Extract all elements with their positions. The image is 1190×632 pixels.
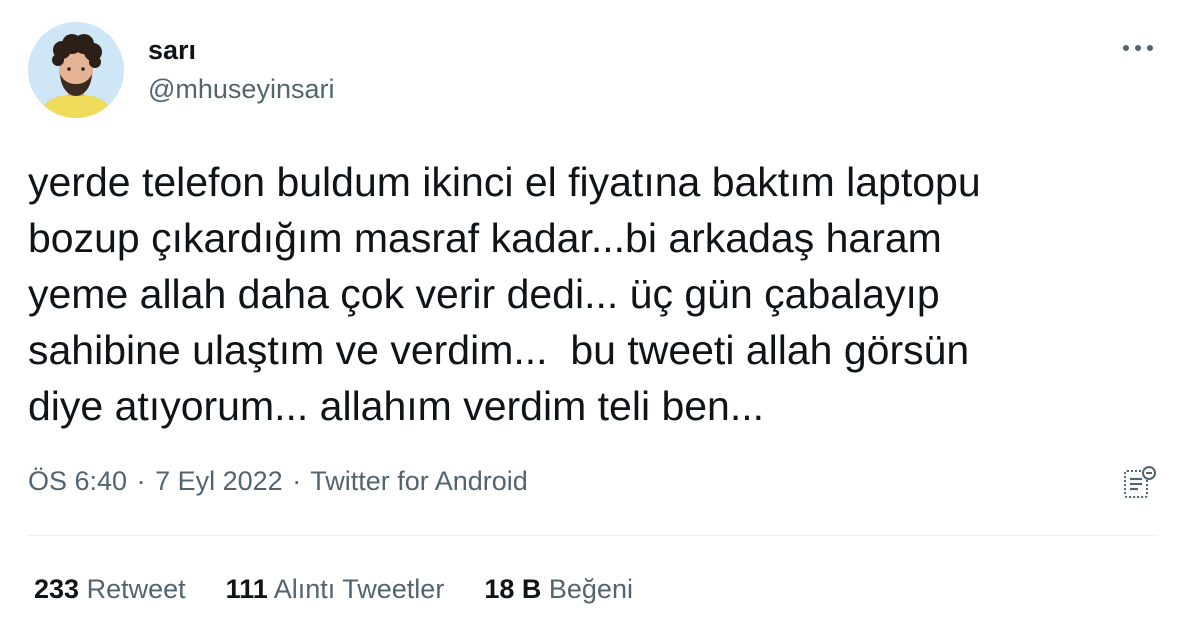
tweet-time[interactable]: ÖS 6:40 <box>28 466 127 496</box>
tweet-source-link[interactable]: Twitter for Android <box>310 466 528 496</box>
retweets-stat[interactable]: 233 Retweet <box>34 572 186 606</box>
tweet-text-line: diye atıyorum... allahım verdim teli ben… <box>28 383 765 429</box>
quotes-stat[interactable]: 111 Alıntı Tweetler <box>226 572 445 606</box>
retweets-count: 233 <box>34 574 80 604</box>
tweet-text-line: yerde telefon buldum ikinci el fiyatına … <box>28 159 981 205</box>
avatar[interactable] <box>28 22 124 118</box>
meta-separator: · <box>136 466 146 496</box>
tweet-text-line: yeme allah daha çok verir dedi... üç gün… <box>28 271 940 317</box>
display-name[interactable]: sarı <box>148 34 196 66</box>
quotes-label: Alıntı Tweetler <box>273 574 445 604</box>
user-handle[interactable]: @mhuseyinsari <box>148 73 334 105</box>
tweet-stats: 233 Retweet 111 Alıntı Tweetler 18 B Beğ… <box>34 572 633 606</box>
avatar-image <box>28 22 124 118</box>
tweet-text: yerde telefon buldum ikinci el fiyatına … <box>28 154 1148 434</box>
likes-stat[interactable]: 18 B Beğeni <box>484 572 633 606</box>
tweet-text-line: sahibine ulaştım ve verdim... bu tweeti … <box>28 327 970 373</box>
quotes-count: 111 <box>225 574 268 604</box>
tweet-date[interactable]: 7 Eyl 2022 <box>155 466 283 496</box>
meta-separator: · <box>292 466 302 496</box>
tweet-analytics-icon <box>1124 466 1156 498</box>
retweets-label: Retweet <box>86 574 186 604</box>
likes-label: Beğeni <box>548 574 633 604</box>
more-options-button[interactable] <box>1116 30 1160 66</box>
more-horizontal-icon <box>1123 45 1153 51</box>
likes-count: 18 B <box>484 574 542 604</box>
tweet-analytics-button[interactable] <box>1118 462 1160 504</box>
divider <box>28 535 1158 536</box>
tweet-meta: ÖS 6:40 · 7 Eyl 2022 · Twitter for Andro… <box>28 464 528 498</box>
tweet-text-line: bozup çıkardığım masraf kadar...bi arkad… <box>28 215 942 261</box>
